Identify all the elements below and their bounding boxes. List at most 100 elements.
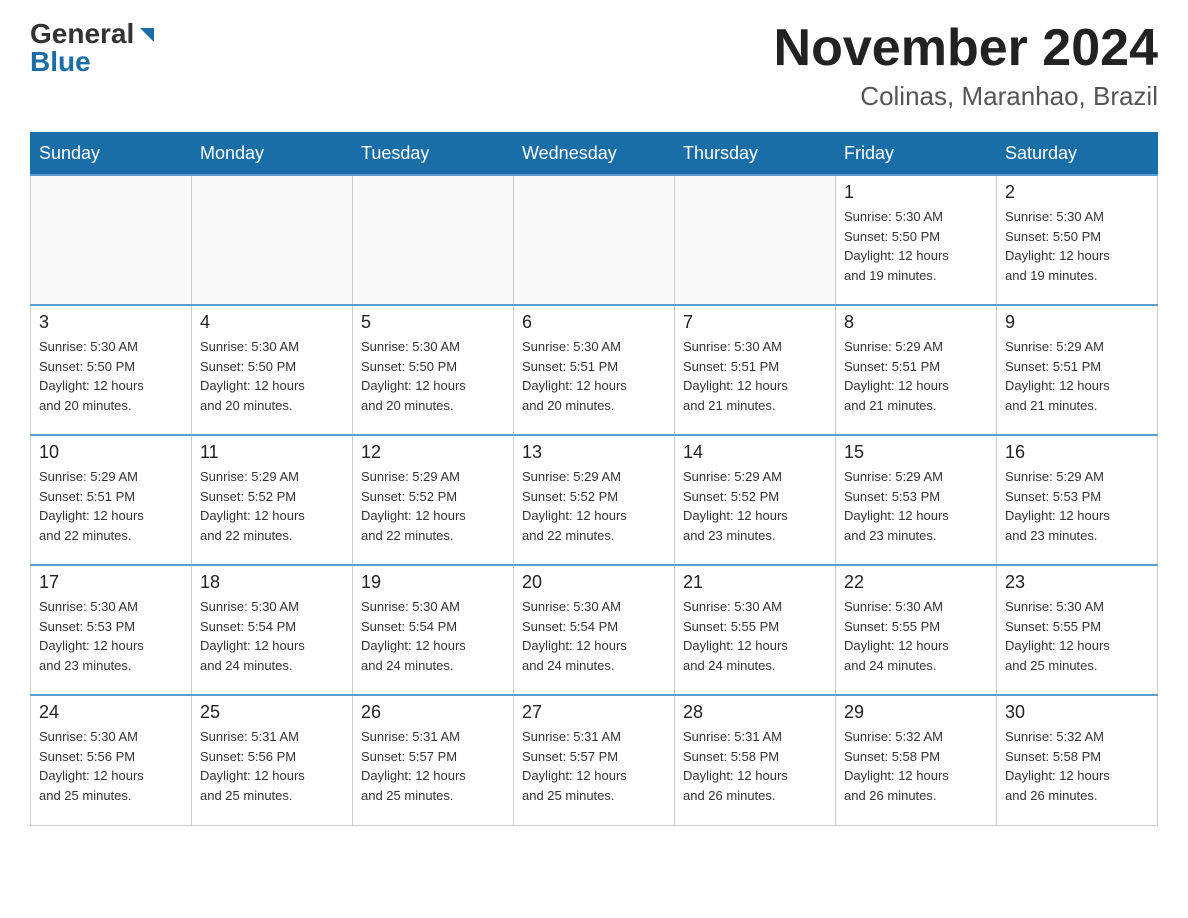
calendar-cell: 15 Sunrise: 5:29 AMSunset: 5:53 PMDayligh… xyxy=(836,435,997,565)
day-info: Sunrise: 5:29 AMSunset: 5:52 PMDaylight:… xyxy=(200,467,344,545)
day-number: 19 xyxy=(361,572,505,593)
day-info: Sunrise: 5:30 AMSunset: 5:55 PMDaylight:… xyxy=(1005,597,1149,675)
location-title: Colinas, Maranhao, Brazil xyxy=(774,81,1158,112)
day-number: 20 xyxy=(522,572,666,593)
day-number: 7 xyxy=(683,312,827,333)
calendar-cell: 16 Sunrise: 5:29 AMSunset: 5:53 PMDayligh… xyxy=(997,435,1158,565)
weekday-header-monday: Monday xyxy=(192,133,353,176)
day-info: Sunrise: 5:29 AMSunset: 5:52 PMDaylight:… xyxy=(683,467,827,545)
week-row-2: 3 Sunrise: 5:30 AMSunset: 5:50 PMDaylight… xyxy=(31,305,1158,435)
day-info: Sunrise: 5:29 AMSunset: 5:52 PMDaylight:… xyxy=(361,467,505,545)
day-number: 29 xyxy=(844,702,988,723)
day-info: Sunrise: 5:30 AMSunset: 5:50 PMDaylight:… xyxy=(200,337,344,415)
logo-blue-text: Blue xyxy=(30,48,91,76)
weekday-header-saturday: Saturday xyxy=(997,133,1158,176)
day-number: 22 xyxy=(844,572,988,593)
title-area: November 2024 Colinas, Maranhao, Brazil xyxy=(774,20,1158,112)
day-number: 23 xyxy=(1005,572,1149,593)
week-row-1: 1 Sunrise: 5:30 AMSunset: 5:50 PMDaylight… xyxy=(31,175,1158,305)
calendar-cell: 29 Sunrise: 5:32 AMSunset: 5:58 PMDayligh… xyxy=(836,695,997,825)
day-info: Sunrise: 5:29 AMSunset: 5:51 PMDaylight:… xyxy=(39,467,183,545)
day-info: Sunrise: 5:30 AMSunset: 5:50 PMDaylight:… xyxy=(844,207,988,285)
calendar-cell xyxy=(675,175,836,305)
calendar-cell: 2Sunrise: 5:30 AMSunset: 5:50 PMDaylight… xyxy=(997,175,1158,305)
week-row-4: 17 Sunrise: 5:30 AMSunset: 5:53 PMDayligh… xyxy=(31,565,1158,695)
day-number: 5 xyxy=(361,312,505,333)
calendar-cell: 7 Sunrise: 5:30 AMSunset: 5:51 PMDaylight… xyxy=(675,305,836,435)
day-info: Sunrise: 5:29 AMSunset: 5:53 PMDaylight:… xyxy=(844,467,988,545)
calendar-cell: 6Sunrise: 5:30 AMSunset: 5:51 PMDaylight… xyxy=(514,305,675,435)
day-info: Sunrise: 5:29 AMSunset: 5:53 PMDaylight:… xyxy=(1005,467,1149,545)
day-info: Sunrise: 5:32 AMSunset: 5:58 PMDaylight:… xyxy=(1005,727,1149,805)
calendar-table: SundayMondayTuesdayWednesdayThursdayFrid… xyxy=(30,132,1158,826)
day-info: Sunrise: 5:30 AMSunset: 5:55 PMDaylight:… xyxy=(844,597,988,675)
calendar-cell: 11Sunrise: 5:29 AMSunset: 5:52 PMDayligh… xyxy=(192,435,353,565)
calendar-cell: 24 Sunrise: 5:30 AMSunset: 5:56 PMDayligh… xyxy=(31,695,192,825)
logo: General Blue xyxy=(30,20,158,76)
day-info: Sunrise: 5:32 AMSunset: 5:58 PMDaylight:… xyxy=(844,727,988,805)
day-number: 25 xyxy=(200,702,344,723)
day-info: Sunrise: 5:29 AMSunset: 5:51 PMDaylight:… xyxy=(844,337,988,415)
calendar-cell: 26 Sunrise: 5:31 AMSunset: 5:57 PMDayligh… xyxy=(353,695,514,825)
day-info: Sunrise: 5:31 AMSunset: 5:57 PMDaylight:… xyxy=(522,727,666,805)
calendar-cell xyxy=(514,175,675,305)
month-title: November 2024 xyxy=(774,20,1158,77)
day-info: Sunrise: 5:30 AMSunset: 5:56 PMDaylight:… xyxy=(39,727,183,805)
day-number: 3 xyxy=(39,312,183,333)
calendar-cell: 9 Sunrise: 5:29 AMSunset: 5:51 PMDaylight… xyxy=(997,305,1158,435)
calendar-cell: 13 Sunrise: 5:29 AMSunset: 5:52 PMDayligh… xyxy=(514,435,675,565)
day-number: 9 xyxy=(1005,312,1149,333)
calendar-cell: 17 Sunrise: 5:30 AMSunset: 5:53 PMDayligh… xyxy=(31,565,192,695)
day-info: Sunrise: 5:30 AMSunset: 5:54 PMDaylight:… xyxy=(522,597,666,675)
calendar-cell: 22 Sunrise: 5:30 AMSunset: 5:55 PMDayligh… xyxy=(836,565,997,695)
calendar-cell: 20 Sunrise: 5:30 AMSunset: 5:54 PMDayligh… xyxy=(514,565,675,695)
day-number: 17 xyxy=(39,572,183,593)
day-info: Sunrise: 5:29 AMSunset: 5:51 PMDaylight:… xyxy=(1005,337,1149,415)
day-number: 24 xyxy=(39,702,183,723)
day-number: 27 xyxy=(522,702,666,723)
calendar-cell: 23 Sunrise: 5:30 AMSunset: 5:55 PMDayligh… xyxy=(997,565,1158,695)
weekday-header-friday: Friday xyxy=(836,133,997,176)
day-info: Sunrise: 5:30 AMSunset: 5:51 PMDaylight:… xyxy=(683,337,827,415)
day-number: 21 xyxy=(683,572,827,593)
day-number: 6 xyxy=(522,312,666,333)
day-number: 18 xyxy=(200,572,344,593)
calendar-cell: 14 Sunrise: 5:29 AMSunset: 5:52 PMDayligh… xyxy=(675,435,836,565)
page-header: General Blue November 2024 Colinas, Mara… xyxy=(30,20,1158,112)
weekday-header-sunday: Sunday xyxy=(31,133,192,176)
day-number: 1 xyxy=(844,182,988,203)
calendar-header-row: SundayMondayTuesdayWednesdayThursdayFrid… xyxy=(31,133,1158,176)
day-number: 16 xyxy=(1005,442,1149,463)
day-number: 26 xyxy=(361,702,505,723)
day-number: 30 xyxy=(1005,702,1149,723)
day-number: 12 xyxy=(361,442,505,463)
weekday-header-thursday: Thursday xyxy=(675,133,836,176)
day-info: Sunrise: 5:30 AMSunset: 5:55 PMDaylight:… xyxy=(683,597,827,675)
calendar-cell: 12 Sunrise: 5:29 AMSunset: 5:52 PMDayligh… xyxy=(353,435,514,565)
day-number: 4 xyxy=(200,312,344,333)
calendar-cell xyxy=(31,175,192,305)
day-number: 15 xyxy=(844,442,988,463)
calendar-cell: 4 Sunrise: 5:30 AMSunset: 5:50 PMDaylight… xyxy=(192,305,353,435)
day-info: Sunrise: 5:31 AMSunset: 5:57 PMDaylight:… xyxy=(361,727,505,805)
calendar-cell: 28 Sunrise: 5:31 AMSunset: 5:58 PMDayligh… xyxy=(675,695,836,825)
day-number: 13 xyxy=(522,442,666,463)
logo-general-text: General xyxy=(30,20,134,48)
day-number: 14 xyxy=(683,442,827,463)
calendar-cell: 30 Sunrise: 5:32 AMSunset: 5:58 PMDayligh… xyxy=(997,695,1158,825)
day-info: Sunrise: 5:29 AMSunset: 5:52 PMDaylight:… xyxy=(522,467,666,545)
calendar-cell: 27 Sunrise: 5:31 AMSunset: 5:57 PMDayligh… xyxy=(514,695,675,825)
day-info: Sunrise: 5:30 AMSunset: 5:54 PMDaylight:… xyxy=(361,597,505,675)
day-number: 8 xyxy=(844,312,988,333)
day-info: Sunrise: 5:30 AMSunset: 5:53 PMDaylight:… xyxy=(39,597,183,675)
calendar-cell: 21 Sunrise: 5:30 AMSunset: 5:55 PMDayligh… xyxy=(675,565,836,695)
day-info: Sunrise: 5:31 AMSunset: 5:58 PMDaylight:… xyxy=(683,727,827,805)
day-info: Sunrise: 5:30 AMSunset: 5:50 PMDaylight:… xyxy=(361,337,505,415)
logo-triangle-icon xyxy=(136,24,158,46)
weekday-header-tuesday: Tuesday xyxy=(353,133,514,176)
weekday-header-wednesday: Wednesday xyxy=(514,133,675,176)
calendar-cell xyxy=(353,175,514,305)
calendar-cell xyxy=(192,175,353,305)
week-row-5: 24 Sunrise: 5:30 AMSunset: 5:56 PMDayligh… xyxy=(31,695,1158,825)
day-number: 28 xyxy=(683,702,827,723)
